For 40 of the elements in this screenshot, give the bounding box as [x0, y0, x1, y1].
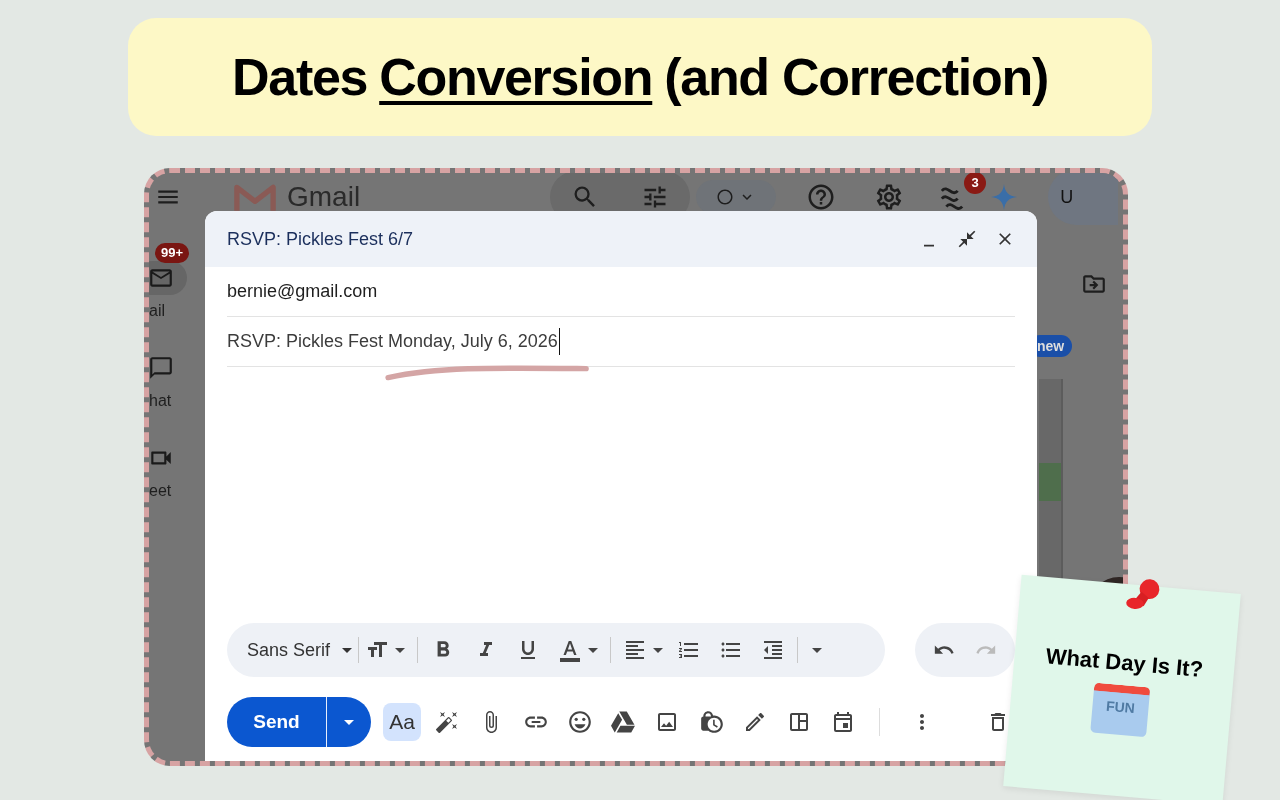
caret-icon [344, 719, 354, 725]
magic-pen-icon[interactable] [435, 710, 459, 734]
exit-fullscreen-icon[interactable] [957, 229, 977, 249]
font-dropdown[interactable]: Sans Serif [247, 636, 353, 664]
drive-icon[interactable] [611, 710, 635, 734]
caret-icon[interactable] [653, 647, 664, 653]
app-name: Gmail [287, 180, 361, 214]
title-text: Conversion [379, 47, 653, 108]
unread-badge: 99+ [155, 243, 190, 263]
chat-icon [149, 355, 174, 381]
image-icon[interactable] [655, 710, 679, 734]
calendar-icon[interactable] [831, 710, 855, 734]
label-block [1039, 463, 1061, 501]
layout-icon[interactable] [787, 710, 811, 734]
caret-icon[interactable] [395, 647, 406, 653]
subject-field[interactable]: RSVP: Pickles Fest Monday, July 6, 2026 [227, 328, 560, 355]
note-text: What Day Is It? [1044, 642, 1205, 684]
rail-label: ail [149, 301, 165, 321]
caret-icon[interactable] [588, 647, 599, 653]
calendar-text: FUN [1105, 696, 1136, 719]
text-color-icon[interactable] [558, 638, 583, 662]
rail-label: hat [149, 391, 172, 411]
pen-icon[interactable] [743, 710, 767, 734]
notification-badge: 3 [964, 173, 987, 194]
avatar-text: U [1060, 185, 1074, 209]
recipient-field[interactable]: bernie@gmail.com [227, 278, 378, 305]
caret-icon[interactable] [812, 647, 823, 653]
squiggle-icon[interactable] [940, 184, 965, 210]
rail-item[interactable] [149, 261, 187, 295]
compose-title: RSVP: Pickles Fest 6/7 [227, 227, 415, 251]
lock-clock-icon[interactable] [699, 709, 725, 735]
formatting-button[interactable]: Aa [383, 703, 421, 741]
status-chip[interactable] [696, 180, 777, 214]
status-icon [716, 188, 735, 206]
avatar[interactable]: U [1048, 173, 1119, 225]
caret-icon [342, 647, 353, 653]
emoji-icon[interactable] [567, 709, 593, 735]
title-text: (and Correction) [664, 47, 1048, 108]
title-text: Dates [232, 47, 368, 108]
rail-label: eet [149, 481, 172, 501]
